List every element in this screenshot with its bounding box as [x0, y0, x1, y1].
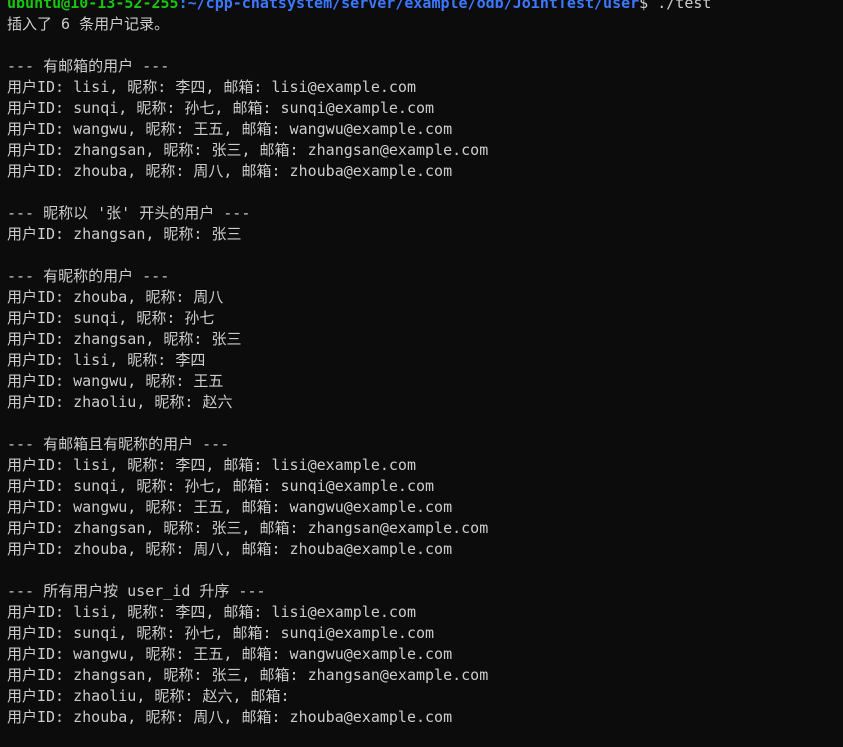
terminal-window[interactable]: ubuntu@10-13-52-255:~/cpp-chatsystem/ser…: [0, 0, 843, 747]
output-line: 用户ID: sunqi, 昵称: 孙七, 邮箱: sunqi@example.c…: [7, 477, 435, 495]
output-line: 用户ID: zhaoliu, 昵称: 赵六: [7, 393, 233, 411]
output-line: 用户ID: wangwu, 昵称: 王五, 邮箱: wangwu@example…: [7, 120, 453, 138]
output-line: 用户ID: lisi, 昵称: 李四, 邮箱: lisi@example.com: [7, 78, 416, 96]
output-line: 用户ID: zhaoliu, 昵称: 赵六, 邮箱:: [7, 687, 299, 705]
output-line: 用户ID: sunqi, 昵称: 孙七, 邮箱: sunqi@example.c…: [7, 99, 435, 117]
output-line: 用户ID: sunqi, 昵称: 孙七, 邮箱: sunqi@example.c…: [7, 624, 435, 642]
output-line: 用户ID: zhangsan, 昵称: 张三, 邮箱: zhangsan@exa…: [7, 666, 489, 684]
section-header: --- 有邮箱且有昵称的用户 ---: [7, 435, 230, 453]
output-line: 用户ID: lisi, 昵称: 李四: [7, 351, 206, 369]
section-header: --- 有昵称的用户 ---: [7, 267, 170, 285]
section-header: --- 有邮箱的用户 ---: [7, 57, 170, 75]
output-line: 用户ID: zhouba, 昵称: 周八, 邮箱: zhouba@example…: [7, 540, 453, 558]
output-line: 用户ID: sunqi, 昵称: 孙七: [7, 309, 215, 327]
output-line: 用户ID: lisi, 昵称: 李四, 邮箱: lisi@example.com: [7, 603, 416, 621]
output-line: 用户ID: zhangsan, 昵称: 张三: [7, 330, 242, 348]
prompt-user-host: ubuntu@10-13-52-255: [7, 0, 179, 12]
section-header: --- 所有用户按 user_id 升序 ---: [7, 582, 266, 600]
prompt-command: $ ./test: [639, 0, 712, 12]
prompt-line: ubuntu@10-13-52-255:~/cpp-chatsystem/ser…: [7, 0, 843, 14]
output-line: 插入了 6 条用户记录。: [7, 15, 170, 33]
section-header: --- 昵称以 '张' 开头的用户 ---: [7, 204, 251, 222]
output-line: 用户ID: zhouba, 昵称: 周八, 邮箱: zhouba@example…: [7, 708, 453, 726]
terminal-content: ubuntu@10-13-52-255:~/cpp-chatsystem/ser…: [7, 0, 843, 728]
output-line: 用户ID: zhouba, 昵称: 周八, 邮箱: zhouba@example…: [7, 162, 453, 180]
output-line: 用户ID: wangwu, 昵称: 王五, 邮箱: wangwu@example…: [7, 498, 453, 516]
output-line: 用户ID: lisi, 昵称: 李四, 邮箱: lisi@example.com: [7, 456, 416, 474]
output-line: 用户ID: wangwu, 昵称: 王五, 邮箱: wangwu@example…: [7, 645, 453, 663]
output-line: 用户ID: zhangsan, 昵称: 张三, 邮箱: zhangsan@exa…: [7, 519, 489, 537]
output-line: 用户ID: zhouba, 昵称: 周八: [7, 288, 224, 306]
prompt-path: :~/cpp-chatsystem/server/example/odb/Joi…: [178, 0, 640, 12]
output-line: 用户ID: zhangsan, 昵称: 张三, 邮箱: zhangsan@exa…: [7, 141, 489, 159]
output-line: 用户ID: wangwu, 昵称: 王五: [7, 372, 224, 390]
output-line: 用户ID: zhangsan, 昵称: 张三: [7, 225, 242, 243]
